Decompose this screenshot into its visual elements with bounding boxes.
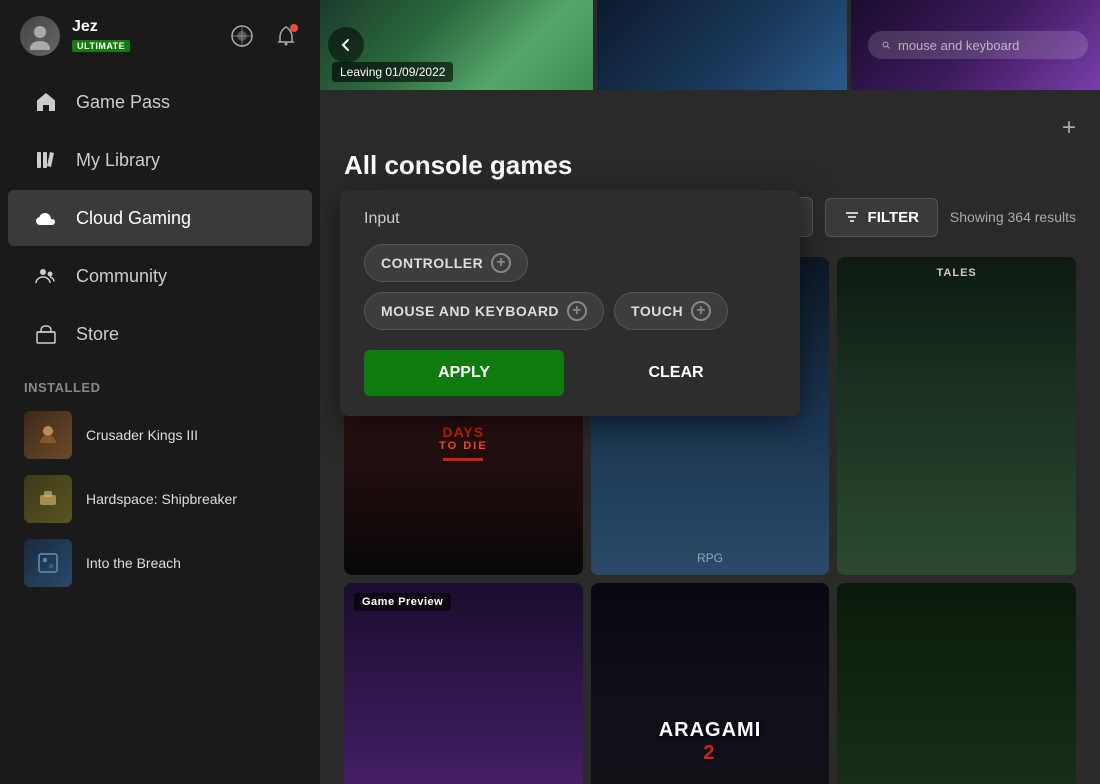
installed-section-label: Installed [0, 364, 320, 403]
banner-item-2 [597, 0, 846, 90]
community-icon [32, 262, 60, 290]
sidebar-item-label-game-pass: Game Pass [76, 92, 170, 113]
installed-game-name-itb: Into the Breach [86, 555, 181, 571]
results-count: Showing 364 results [950, 209, 1076, 225]
game-card-6[interactable] [837, 583, 1076, 784]
section-title: All console games [344, 150, 1076, 181]
filter-chips: CONTROLLER + MOUSE AND KEYBOARD + TOUCH … [364, 244, 776, 330]
filter-actions: APPLY CLEAR [364, 350, 776, 396]
chip-mouse-keyboard-plus: + [567, 301, 587, 321]
filter-chip-touch[interactable]: TOUCH + [614, 292, 728, 330]
sidebar-item-community[interactable]: Community [8, 248, 312, 304]
filter-dropdown-panel: Input CONTROLLER + MOUSE AND KEYBOARD + … [340, 190, 800, 416]
ultimate-badge: ULTIMATE [72, 40, 130, 52]
sidebar-header: Jez ULTIMATE [0, 0, 320, 72]
search-input-top[interactable] [898, 38, 1074, 53]
banner-item-3 [851, 0, 1100, 90]
library-icon [32, 146, 60, 174]
filter-button[interactable]: FILTER [825, 198, 938, 237]
cloud-icon [32, 204, 60, 232]
search-bar-top [868, 31, 1088, 59]
installed-game-name-ck3: Crusader Kings III [86, 427, 198, 443]
filter-chip-controller[interactable]: CONTROLLER + [364, 244, 528, 282]
sidebar: Jez ULTIMATE [0, 0, 320, 784]
sidebar-item-label-my-library: My Library [76, 150, 160, 171]
sidebar-item-store[interactable]: Store [8, 306, 312, 362]
filter-icon [844, 209, 860, 225]
user-info: Jez ULTIMATE [72, 18, 216, 54]
game-card-aragami2[interactable]: ARAGAMI 2 [591, 583, 830, 784]
game-thumb-itb [24, 539, 72, 587]
game-thumb-ck3 [24, 411, 72, 459]
sidebar-item-label-cloud-gaming: Cloud Gaming [76, 208, 191, 229]
game-card-tales[interactable]: TALES [837, 257, 1076, 575]
installed-games-list: Crusader Kings III Hardspace: Shipbreake… [0, 403, 320, 595]
sidebar-item-game-pass[interactable]: Game Pass [8, 74, 312, 130]
store-icon [32, 320, 60, 348]
chip-mouse-keyboard-label: MOUSE AND KEYBOARD [381, 303, 559, 319]
filter-button-label: FILTER [868, 209, 919, 226]
notification-dot [290, 24, 298, 32]
home-icon [32, 88, 60, 116]
chip-controller-label: CONTROLLER [381, 255, 483, 271]
sidebar-item-cloud-gaming[interactable]: Cloud Gaming [8, 190, 312, 246]
sidebar-item-label-store: Store [76, 324, 119, 345]
plus-icon[interactable]: + [1062, 114, 1076, 142]
chip-controller-plus: + [491, 253, 511, 273]
installed-game-name-shipbreaker: Hardspace: Shipbreaker [86, 491, 237, 507]
top-search-icon [882, 37, 890, 53]
xbox-icon[interactable] [228, 22, 256, 50]
header-icons [228, 22, 300, 50]
notification-icon[interactable] [272, 22, 300, 50]
sidebar-item-my-library[interactable]: My Library [8, 132, 312, 188]
installed-game-itb[interactable]: Into the Breach [0, 531, 320, 595]
top-banner: Leaving 01/09/2022 [320, 0, 1100, 90]
back-button[interactable] [328, 27, 364, 63]
main-content: Leaving 01/09/2022 + All console games [320, 0, 1100, 784]
content-area: + All console games FILTER Showi [320, 90, 1100, 784]
chip-touch-label: TOUCH [631, 303, 683, 319]
banner-item-1: Leaving 01/09/2022 [320, 0, 593, 90]
leaving-badge: Leaving 01/09/2022 [332, 62, 453, 82]
clear-button[interactable]: CLEAR [576, 350, 776, 396]
sidebar-item-label-community: Community [76, 266, 167, 287]
game-preview-label: Game Preview [354, 593, 451, 611]
filter-panel-title: Input [364, 210, 776, 228]
plus-icon-area: + [344, 110, 1076, 150]
game-card-preview[interactable]: Game Preview [344, 583, 583, 784]
installed-game-ck3[interactable]: Crusader Kings III [0, 403, 320, 467]
apply-button[interactable]: APPLY [364, 350, 564, 396]
filter-chip-mouse-keyboard[interactable]: MOUSE AND KEYBOARD + [364, 292, 604, 330]
chip-touch-plus: + [691, 301, 711, 321]
nav-items: Game Pass My Library Cloud Gaming [0, 72, 320, 364]
game-thumb-shipbreaker [24, 475, 72, 523]
user-name: Jez [72, 18, 216, 36]
avatar [20, 16, 60, 56]
installed-game-shipbreaker[interactable]: Hardspace: Shipbreaker [0, 467, 320, 531]
